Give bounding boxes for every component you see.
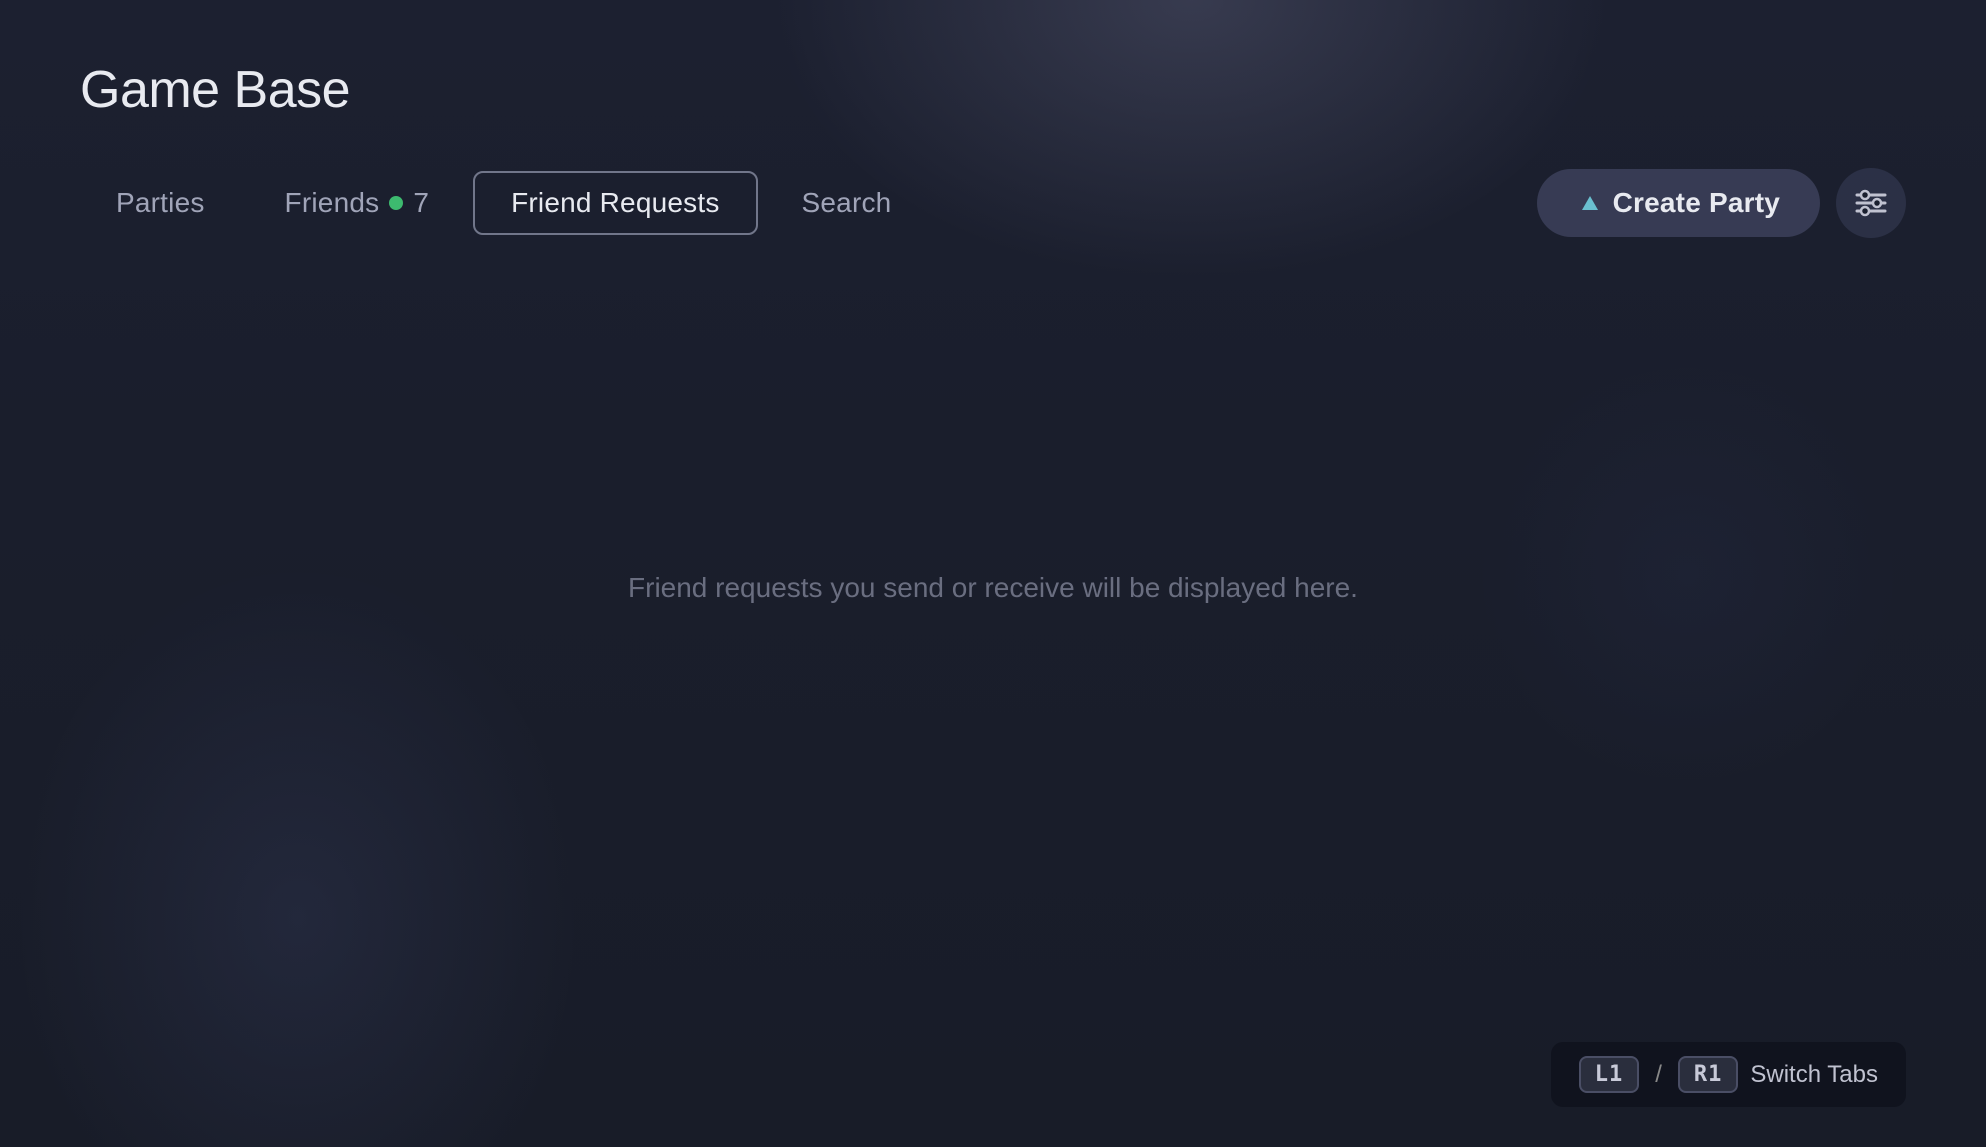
action-buttons: Create Party — [1537, 168, 1906, 238]
filter-icon — [1855, 189, 1887, 217]
create-party-button[interactable]: Create Party — [1537, 169, 1820, 237]
hint-separator: / — [1655, 1061, 1662, 1089]
l1-badge: L1 — [1579, 1056, 1640, 1093]
switch-tabs-hint: L1 / R1 Switch Tabs — [1551, 1042, 1906, 1107]
tab-search[interactable]: Search — [766, 173, 928, 233]
main-content-area: Friend requests you send or receive will… — [80, 238, 1906, 938]
page-title: Game Base — [80, 60, 1906, 120]
switch-tabs-label: Switch Tabs — [1750, 1061, 1878, 1089]
tab-parties[interactable]: Parties — [80, 173, 241, 233]
triangle-shape — [1582, 196, 1598, 210]
navigation-bar: Parties Friends 7 Friend Requests Search… — [80, 168, 1906, 238]
create-party-label: Create Party — [1613, 187, 1780, 219]
empty-state-message: Friend requests you send or receive will… — [628, 572, 1358, 604]
filter-button[interactable] — [1836, 168, 1906, 238]
r1-badge: R1 — [1678, 1056, 1739, 1093]
triangle-icon — [1577, 190, 1603, 216]
friends-tab-content: Friends 7 — [285, 187, 430, 219]
bottom-hint-bar: L1 / R1 Switch Tabs — [1551, 1042, 1906, 1107]
friends-tab-label: Friends — [285, 187, 380, 219]
tab-list: Parties Friends 7 Friend Requests Search — [80, 171, 1537, 235]
friends-notification-dot — [389, 196, 403, 210]
friends-notification-count: 7 — [413, 187, 429, 219]
tab-friends[interactable]: Friends 7 — [249, 173, 466, 233]
tab-friend-requests[interactable]: Friend Requests — [473, 171, 757, 235]
